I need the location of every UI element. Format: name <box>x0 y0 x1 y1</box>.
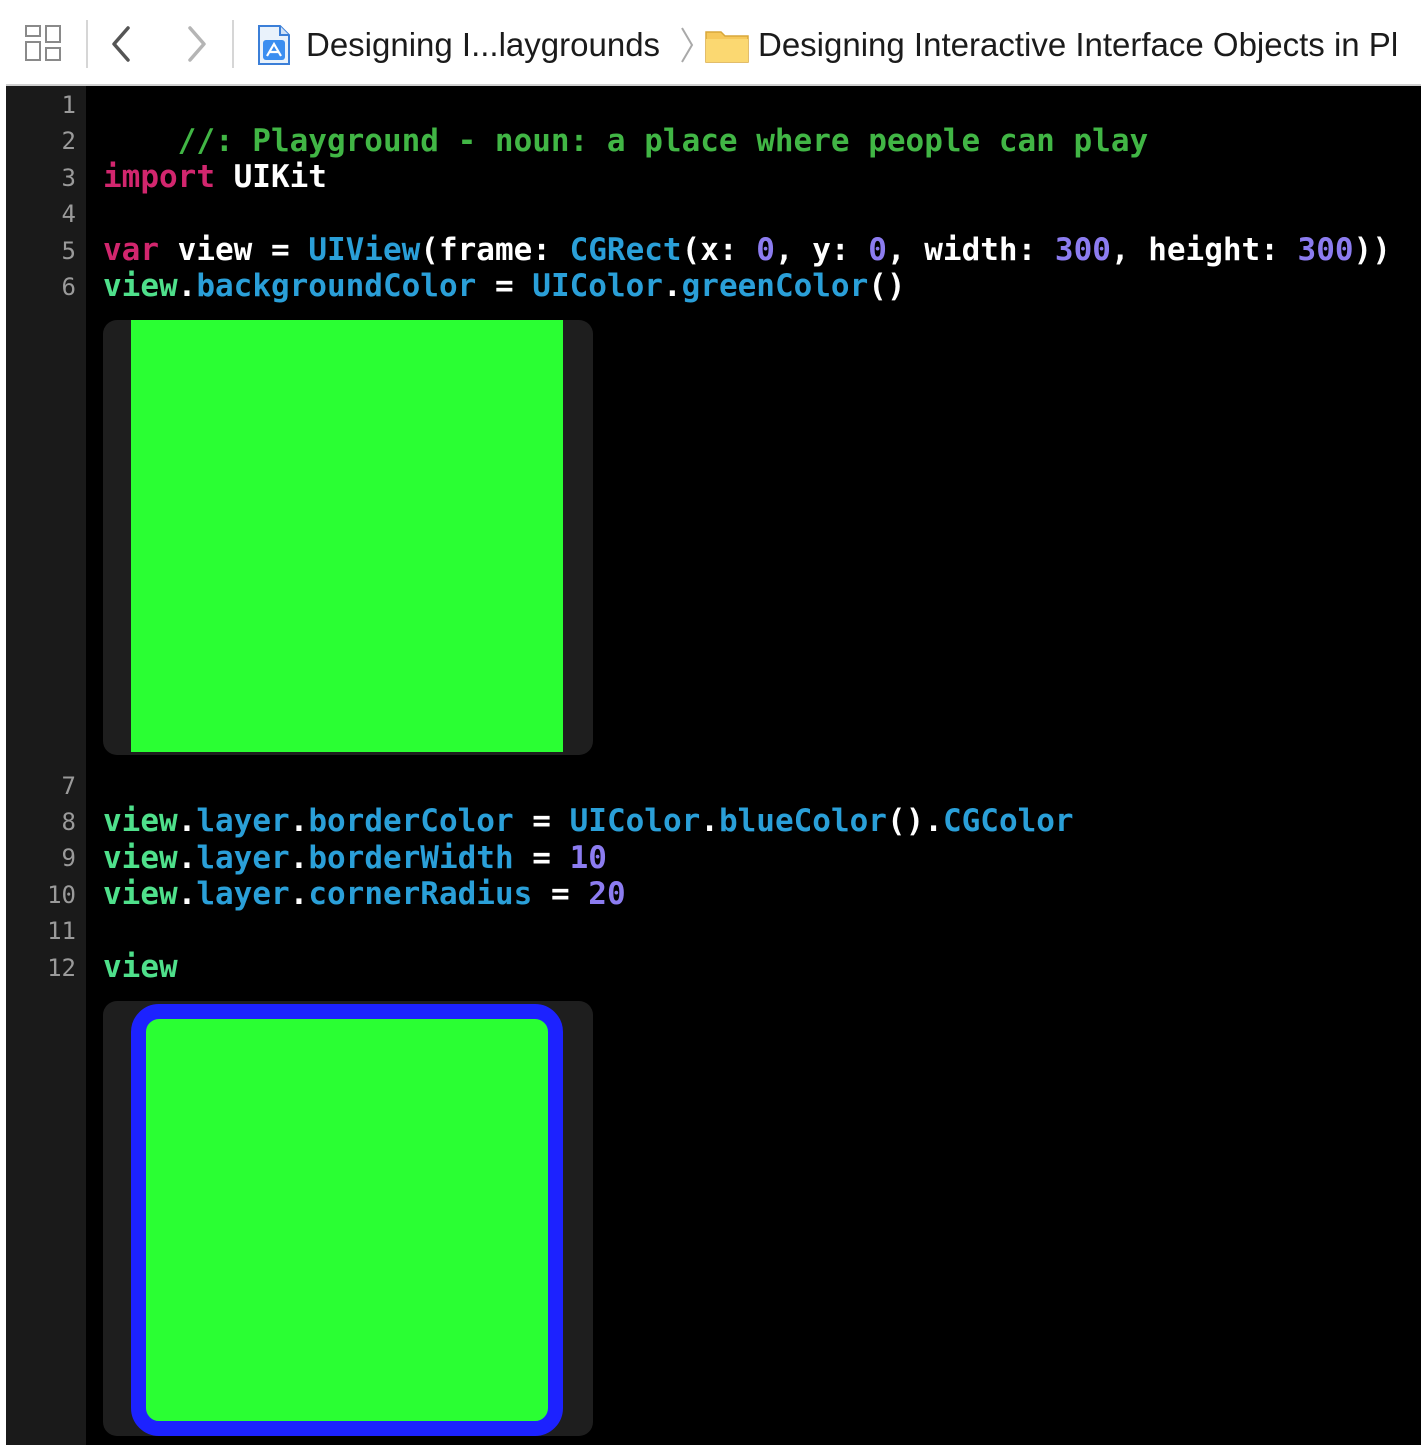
code-text: . <box>177 803 197 839</box>
code-text: = <box>476 268 533 304</box>
code-line-12[interactable]: view <box>103 949 178 985</box>
code-text: . <box>177 268 197 304</box>
toolbar-divider <box>86 20 88 68</box>
type-name: UIColor <box>532 268 663 304</box>
grid-icon[interactable] <box>24 24 62 64</box>
line-number: 9 <box>61 844 76 872</box>
code-text: UIKit <box>214 159 327 195</box>
back-chevron-icon[interactable] <box>102 22 142 66</box>
number-literal: 0 <box>868 232 887 268</box>
method: blueColor <box>718 803 887 839</box>
code-text: . <box>289 803 309 839</box>
property: borderColor <box>308 803 514 839</box>
playground-file-icon <box>258 25 290 65</box>
forward-chevron-icon[interactable] <box>176 22 216 66</box>
code-text: , y: <box>774 232 869 268</box>
breadcrumb-chevron-icon <box>681 27 694 63</box>
code-text: = <box>513 840 570 876</box>
code-text: . <box>289 876 309 912</box>
property: cornerRadius <box>308 876 533 912</box>
keyword: import <box>103 159 215 195</box>
keyword: var <box>103 232 159 268</box>
code-line-5[interactable]: var view = UIView(frame: CGRect(x: 0, y:… <box>103 232 1391 268</box>
code-text: , width: <box>886 232 1055 268</box>
green-view-preview <box>131 320 563 752</box>
line-number: 1 <box>61 91 76 119</box>
code-line-3[interactable]: import UIKit <box>103 159 327 195</box>
variable: view <box>103 840 178 876</box>
code-text: (frame: <box>420 232 570 268</box>
navigation-bar: Designing I...laygrounds Designing Inter… <box>6 0 1421 86</box>
number-literal: 300 <box>1054 232 1111 268</box>
code-line-10[interactable]: view.layer.cornerRadius = 20 <box>103 876 626 912</box>
variable: view <box>103 949 178 985</box>
comment: //: Playground - noun: a place where peo… <box>177 123 1149 159</box>
property: layer <box>196 803 290 839</box>
property: layer <box>196 840 290 876</box>
code-text: )) <box>1353 232 1391 268</box>
property: borderWidth <box>308 840 514 876</box>
line-number: 8 <box>61 808 76 836</box>
type-name: UIView <box>308 232 421 268</box>
property: layer <box>196 876 290 912</box>
line-number-gutter: 1 2 3 4 5 6 7 8 9 10 11 12 <box>6 86 86 1445</box>
code-text: () <box>868 268 906 304</box>
code-line-6[interactable]: view.backgroundColor = UIColor.greenColo… <box>103 268 906 304</box>
code-line-8[interactable]: view.layer.borderColor = UIColor.blueCol… <box>103 803 1074 839</box>
code-text: = <box>532 876 589 912</box>
code-editor[interactable]: 1 2 3 4 5 6 7 8 9 10 11 12 //: Playgroun… <box>6 86 1421 1445</box>
bordered-view-preview <box>131 1004 563 1436</box>
variable: view <box>103 268 178 304</box>
code-text: . <box>289 840 309 876</box>
line-number: 4 <box>61 200 76 228</box>
breadcrumb-folder[interactable]: Designing Interactive Interface Objects … <box>758 24 1398 66</box>
line-number: 12 <box>47 954 76 982</box>
folder-icon <box>705 31 749 63</box>
variable: view <box>103 803 178 839</box>
line-number: 6 <box>61 273 76 301</box>
number-literal: 300 <box>1297 232 1354 268</box>
code-text: . <box>700 803 719 839</box>
inline-result-view[interactable] <box>103 320 593 755</box>
method: greenColor <box>681 268 869 304</box>
type-name: CGRect <box>569 232 682 268</box>
type-name: UIColor <box>569 803 701 839</box>
number-literal: 0 <box>756 232 775 268</box>
code-text: view = <box>159 232 309 268</box>
number-literal: 20 <box>588 876 626 912</box>
property: backgroundColor <box>196 268 477 304</box>
inline-result-view[interactable] <box>103 1001 593 1436</box>
code-text: = <box>513 803 570 839</box>
toolbar-divider <box>232 20 234 68</box>
code-text: . <box>177 876 197 912</box>
line-number: 11 <box>47 917 76 945</box>
number-literal: 10 <box>569 840 607 876</box>
code-text: . <box>662 268 682 304</box>
variable: view <box>103 876 178 912</box>
line-number: 3 <box>61 164 76 192</box>
code-text: . <box>924 803 943 839</box>
code-text: () <box>886 803 925 839</box>
code-line-9[interactable]: view.layer.borderWidth = 10 <box>103 840 607 876</box>
code-text: (x: <box>681 232 757 268</box>
line-number: 2 <box>61 127 76 155</box>
code-text: , height: <box>1110 232 1298 268</box>
line-number: 7 <box>61 772 76 800</box>
line-number: 5 <box>61 237 76 265</box>
breadcrumb-project[interactable]: Designing I...laygrounds <box>306 24 660 66</box>
line-number: 10 <box>47 881 76 909</box>
code-text: . <box>177 840 197 876</box>
property: CGColor <box>942 803 1074 839</box>
